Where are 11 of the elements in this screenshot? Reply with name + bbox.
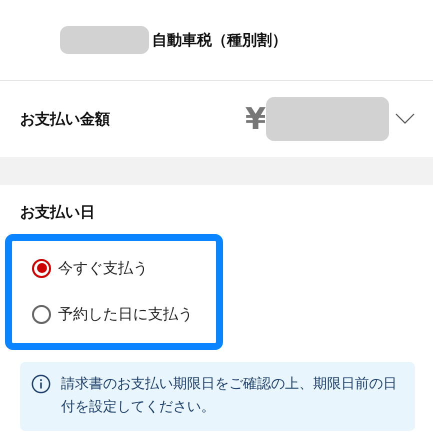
page-title: 自動車税（種別割） <box>152 30 287 50</box>
radio-label[interactable]: 今すぐ支払う <box>58 258 148 278</box>
currency-symbol: ¥ <box>245 102 266 136</box>
radio-label[interactable]: 予約した日に支払う <box>58 304 193 324</box>
section-label: お支払い日 <box>19 203 96 222</box>
radio-button[interactable] <box>32 304 51 324</box>
chevron-down-icon[interactable] <box>395 113 415 125</box>
info-icon <box>31 374 51 394</box>
notice-text: 請求書のお支払い期限日をご確認の上、期限日前の日付を設定してください。 <box>61 375 398 417</box>
amount-label: お支払い金額 <box>20 110 110 128</box>
radio-button[interactable] <box>32 258 51 278</box>
